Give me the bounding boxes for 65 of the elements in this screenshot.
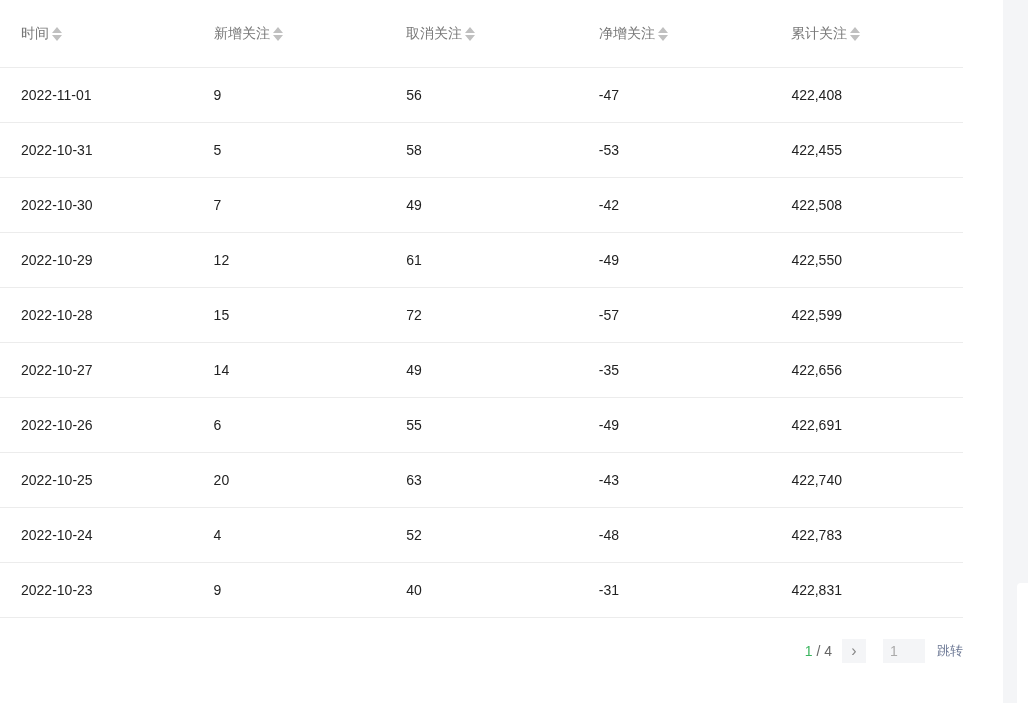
table-cell: -42 [598, 197, 619, 213]
jump-link[interactable]: 跳转 [937, 642, 963, 660]
table-cell: 2022-10-23 [21, 582, 93, 598]
table-cell: 2022-10-29 [21, 252, 93, 268]
table-cell: 422,740 [791, 472, 842, 488]
table-cell: 422,831 [791, 582, 842, 598]
table-cell: 2022-10-27 [21, 362, 93, 378]
sort-icon[interactable] [272, 26, 283, 41]
table-cell: 40 [406, 582, 422, 598]
table-cell: 63 [406, 472, 422, 488]
table-cell: 422,783 [791, 527, 842, 543]
table-cell: 2022-10-31 [21, 142, 93, 158]
table-cell: 4 [213, 527, 222, 543]
table-cell: 49 [406, 362, 422, 378]
table-cell: -57 [598, 307, 619, 323]
table-cell: 2022-10-26 [21, 417, 93, 433]
sort-icon[interactable] [657, 26, 668, 41]
table-cell: 422,508 [791, 197, 842, 213]
current-page: 1 [804, 643, 813, 659]
table-cell: 52 [406, 527, 422, 543]
table-cell: -48 [598, 527, 619, 543]
table-cell: 422,550 [791, 252, 842, 268]
table-cell: 2022-10-24 [21, 527, 93, 543]
table-cell: 12 [213, 252, 230, 268]
table-cell: 2022-11-01 [21, 87, 92, 103]
table-cell: 61 [406, 252, 422, 268]
table-cell: 7 [213, 197, 222, 213]
page-input[interactable]: 1 [883, 639, 925, 663]
sort-icon[interactable] [465, 26, 476, 41]
table-cell: 9 [213, 582, 222, 598]
column-header: 新增关注 [213, 24, 270, 43]
table-cell: 14 [213, 362, 230, 378]
table-cell: 6 [213, 417, 222, 433]
table-cell: -47 [598, 87, 619, 103]
table-cell: 2022-10-28 [21, 307, 93, 323]
table-cell: 58 [406, 142, 422, 158]
table-cell: 2022-10-30 [21, 197, 93, 213]
table-cell: 72 [406, 307, 422, 323]
table-cell: -43 [598, 472, 619, 488]
table-cell: 20 [213, 472, 230, 488]
table-cell: 422,408 [791, 87, 842, 103]
table-cell: -53 [598, 142, 619, 158]
table-cell: 2022-10-25 [21, 472, 93, 488]
sort-icon[interactable] [52, 26, 62, 41]
table-cell: -31 [598, 582, 619, 598]
table-cell: -49 [598, 252, 619, 268]
sort-icon[interactable] [850, 26, 861, 41]
table-cell: -35 [598, 362, 619, 378]
column-header: 净增关注 [598, 24, 655, 43]
table-cell: 5 [213, 142, 222, 158]
table-cell: 56 [406, 87, 422, 103]
table-cell: 55 [406, 417, 422, 433]
table-cell: 422,599 [791, 307, 842, 323]
table-cell: 49 [406, 197, 422, 213]
table-cell: 9 [213, 87, 222, 103]
table-cell: 422,691 [791, 417, 842, 433]
column-header: 累计关注 [791, 24, 848, 43]
column-header: 时间 [21, 24, 49, 43]
column-header: 取消关注 [406, 24, 463, 43]
table-cell: -49 [598, 417, 619, 433]
page-total: / 4 [816, 643, 832, 659]
table-cell: 422,656 [791, 362, 842, 378]
next-page-button[interactable]: › [842, 639, 866, 663]
table-cell: 15 [213, 307, 230, 323]
table-cell: 422,455 [791, 142, 842, 158]
